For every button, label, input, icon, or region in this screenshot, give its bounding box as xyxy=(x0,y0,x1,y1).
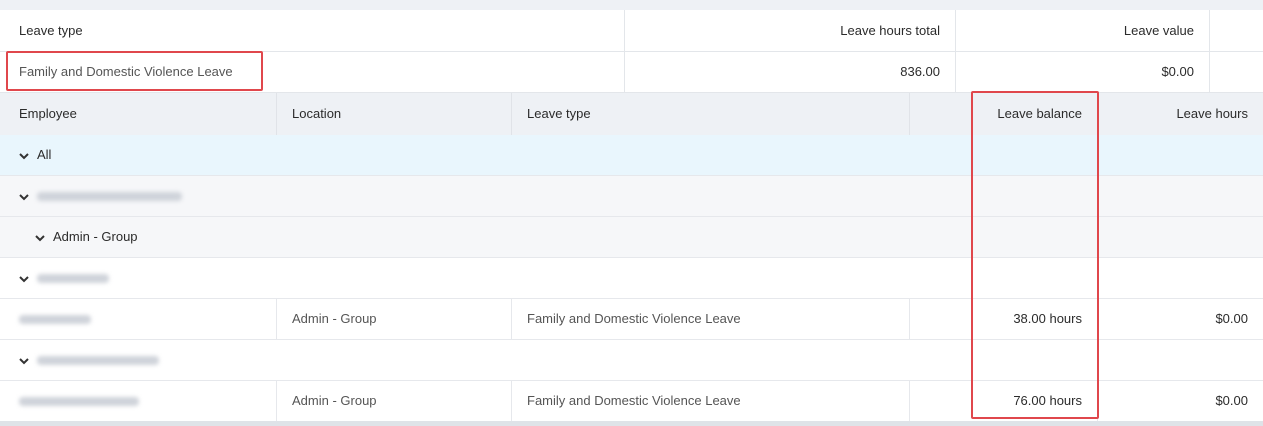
column-divider xyxy=(511,299,512,340)
redacted-employee-name xyxy=(19,315,91,325)
highlight-box-leave-balance xyxy=(971,91,1099,419)
details-header-leave-hours[interactable]: Leave hours xyxy=(1098,93,1248,135)
redacted-employee-name xyxy=(37,274,109,284)
chevron-down-icon[interactable] xyxy=(19,192,29,202)
group-all-cell: All xyxy=(19,135,51,175)
group-employee-cell xyxy=(19,258,109,298)
location-cell: Admin - Group xyxy=(292,393,377,408)
group-location-cell: Admin - Group xyxy=(35,217,138,257)
header-divider xyxy=(276,93,277,135)
horizontal-scrollbar[interactable] xyxy=(0,421,1263,426)
employee-cell xyxy=(19,381,139,421)
top-strip xyxy=(0,0,1263,10)
details-header-leave-type[interactable]: Leave type xyxy=(527,93,591,135)
chevron-down-icon[interactable] xyxy=(19,274,29,284)
group-company-cell xyxy=(19,176,182,216)
location-cell: Admin - Group xyxy=(292,311,377,326)
leave-hours-cell: $0.00 xyxy=(1215,393,1248,408)
group-employee-cell xyxy=(19,340,159,380)
leave-type-cell: Family and Domestic Violence Leave xyxy=(527,311,741,326)
summary-divider xyxy=(624,10,625,92)
summary-leave-value: $0.00 xyxy=(1161,64,1194,79)
redacted-employee-name xyxy=(37,356,159,366)
header-divider xyxy=(511,93,512,135)
summary-divider xyxy=(1209,10,1210,92)
group-location-label: Admin - Group xyxy=(53,229,138,244)
summary-divider xyxy=(955,10,956,92)
column-divider xyxy=(511,381,512,422)
summary-leave-hours-total: 836.00 xyxy=(900,64,940,79)
chevron-down-icon[interactable] xyxy=(19,356,29,366)
employee-cell xyxy=(19,299,91,339)
summary-header-leave-hours-total[interactable]: Leave hours total xyxy=(625,10,940,51)
details-header-employee[interactable]: Employee xyxy=(19,93,77,135)
redacted-employee-name xyxy=(19,397,139,407)
chevron-down-icon[interactable] xyxy=(35,233,45,243)
group-all-label: All xyxy=(37,147,52,162)
leave-type-cell: Family and Domestic Violence Leave xyxy=(527,393,741,408)
chevron-down-icon[interactable] xyxy=(19,151,29,161)
details-header-location[interactable]: Location xyxy=(292,93,341,135)
redacted-company-name xyxy=(37,192,182,202)
summary-header-leave-value[interactable]: Leave value xyxy=(956,10,1194,51)
leave-hours-cell: $0.00 xyxy=(1215,311,1248,326)
column-divider xyxy=(276,299,277,340)
highlight-box-leave-type xyxy=(6,51,263,91)
column-divider xyxy=(276,381,277,422)
summary-header-leave-type[interactable]: Leave type xyxy=(19,10,83,51)
summary-header-row: Leave type Leave hours total Leave value xyxy=(0,10,1263,52)
